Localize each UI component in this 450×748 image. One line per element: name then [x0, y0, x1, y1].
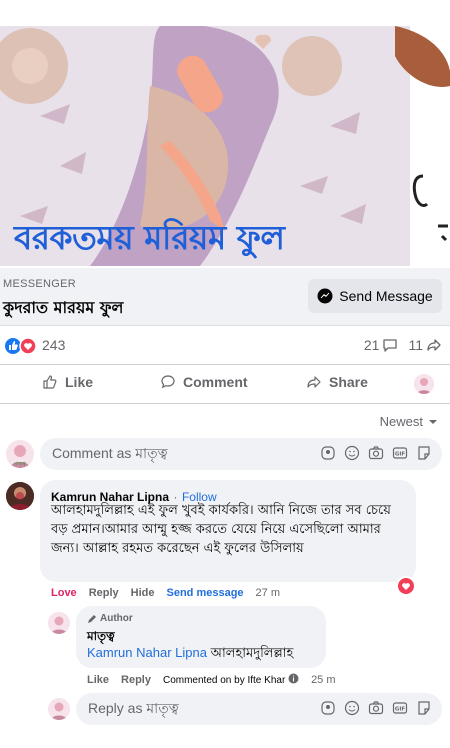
- comment-button[interactable]: Comment: [160, 374, 248, 390]
- author-badge-label: Author: [100, 613, 133, 624]
- share-arrow-icon: [427, 339, 441, 351]
- comment-input-placeholder: Comment as মাতৃত্ব: [52, 445, 168, 461]
- reply-composer-avatar: [48, 698, 70, 720]
- comment-count[interactable]: 21: [364, 337, 399, 353]
- comment-text: আলহামদুলিল্লাহ এই ফুল খুবই কার্যকরি। আনি…: [51, 503, 391, 556]
- send-message-button[interactable]: Send Message: [308, 279, 442, 313]
- post-image[interactable]: বরকতময় মরিয়ম ফুল: [0, 26, 450, 266]
- ad-call-to-action-bar: MESSENGER কুদরাত মারয়ম ফুল Send Message: [0, 268, 450, 326]
- comment-icon: [161, 375, 175, 389]
- reply-input[interactable]: Reply as মাতৃত্ব GIF: [76, 693, 442, 725]
- reaction-summary: 243 21 11: [0, 330, 450, 362]
- comment-sort-dropdown[interactable]: Newest: [380, 414, 438, 429]
- messenger-icon: [317, 288, 333, 304]
- love-reaction-link[interactable]: Love: [51, 587, 77, 599]
- send-message-label: Send Message: [339, 288, 433, 304]
- share-count-value: 11: [408, 337, 423, 353]
- reply-link[interactable]: Reply: [89, 587, 119, 599]
- reply-composer-tools: GIF: [320, 700, 432, 716]
- emoji-icon[interactable]: [344, 445, 360, 461]
- like-love-reactions-icon[interactable]: [4, 337, 38, 355]
- ad-source-label: MESSENGER: [3, 278, 76, 290]
- reply-bubble: Author মাতৃত্ব Kamrun Nahar Lipna আলহামদ…: [76, 606, 326, 668]
- gif-icon[interactable]: GIF: [392, 445, 408, 461]
- avatar-sticker-icon[interactable]: [320, 445, 336, 461]
- thumbs-up-icon: [43, 375, 57, 389]
- send-message-link[interactable]: Send message: [167, 587, 244, 599]
- reaction-count[interactable]: 243: [42, 337, 65, 353]
- reply-avatar[interactable]: [48, 612, 70, 634]
- comment-bubble: Kamrun Nahar Lipna · Follow আলহামদুলিল্ল…: [40, 480, 416, 582]
- reply-like-link[interactable]: Like: [87, 674, 109, 686]
- composer-avatar: মাতৃত্ব: [6, 440, 34, 468]
- commenter-photo: [6, 482, 34, 510]
- like-button[interactable]: Like: [42, 374, 93, 390]
- ad-headline[interactable]: কুদরাত মারয়ম ফুল: [3, 295, 123, 322]
- sticker-icon[interactable]: [416, 700, 432, 716]
- emoji-icon[interactable]: [344, 700, 360, 716]
- commented-by-label[interactable]: Commented on by Ifte Khar: [163, 673, 299, 686]
- reply-text: Kamrun Nahar Lipna আলহামদুলিল্লাহ: [87, 644, 293, 665]
- comment-sort-label: Newest: [379, 414, 423, 429]
- svg-text:GIF: GIF: [395, 707, 406, 713]
- reply-input-placeholder: Reply as মাতৃত্ব: [88, 700, 179, 716]
- share-count[interactable]: 11: [408, 337, 442, 353]
- page-avatar-image: মাতৃত্ব: [6, 440, 34, 468]
- comment-timestamp[interactable]: 27 m: [256, 587, 280, 599]
- comment-count-value: 21: [363, 337, 380, 353]
- like-label: Like: [65, 374, 94, 390]
- page-avatar-image: [48, 698, 70, 720]
- share-button[interactable]: Share: [306, 374, 368, 390]
- pencil-icon: [88, 614, 96, 623]
- reply-actions: Like Reply Commented on by Ifte Khar 25 …: [87, 673, 336, 686]
- comment-actions: Love Reply Hide Send message 27 m: [51, 587, 280, 599]
- page-avatar-selector[interactable]: [414, 374, 434, 394]
- reply-reply-link[interactable]: Reply: [121, 674, 151, 686]
- page-avatar-image: [414, 374, 434, 394]
- commenter-avatar[interactable]: [6, 482, 34, 510]
- comment-bubble-icon: [383, 339, 398, 352]
- reply-mention[interactable]: Kamrun Nahar Lipna: [87, 645, 207, 660]
- reply-timestamp[interactable]: 25 m: [311, 674, 335, 686]
- comment-label: Comment: [183, 374, 248, 390]
- avatar-sticker-icon[interactable]: [320, 700, 336, 716]
- comment-input[interactable]: Comment as মাতৃত্ব GIF: [40, 438, 442, 470]
- camera-icon[interactable]: [368, 445, 384, 461]
- love-reaction-icon[interactable]: [396, 576, 416, 596]
- post-image-title: বরকতময় মরিয়ম ফুল: [14, 218, 285, 257]
- share-icon: [307, 376, 321, 388]
- chevron-down-icon: [429, 419, 437, 424]
- reply-body: আলহামদুলিল্লাহ: [210, 646, 294, 661]
- composer-tools: GIF: [320, 445, 432, 461]
- author-badge: Author: [87, 613, 133, 624]
- svg-text:GIF: GIF: [395, 452, 406, 458]
- camera-icon[interactable]: [368, 700, 384, 716]
- sticker-icon[interactable]: [416, 445, 432, 461]
- gif-icon[interactable]: GIF: [392, 700, 408, 716]
- hide-link[interactable]: Hide: [131, 587, 155, 599]
- info-icon: [288, 673, 299, 684]
- commented-by-text: Commented on by Ifte Khar: [162, 675, 286, 686]
- post-action-bar: Like Comment Share: [0, 364, 450, 404]
- page-avatar-image: [48, 612, 70, 634]
- svg-text:মাতৃত্ব: মাতৃত্ব: [13, 461, 26, 467]
- share-label: Share: [329, 374, 368, 390]
